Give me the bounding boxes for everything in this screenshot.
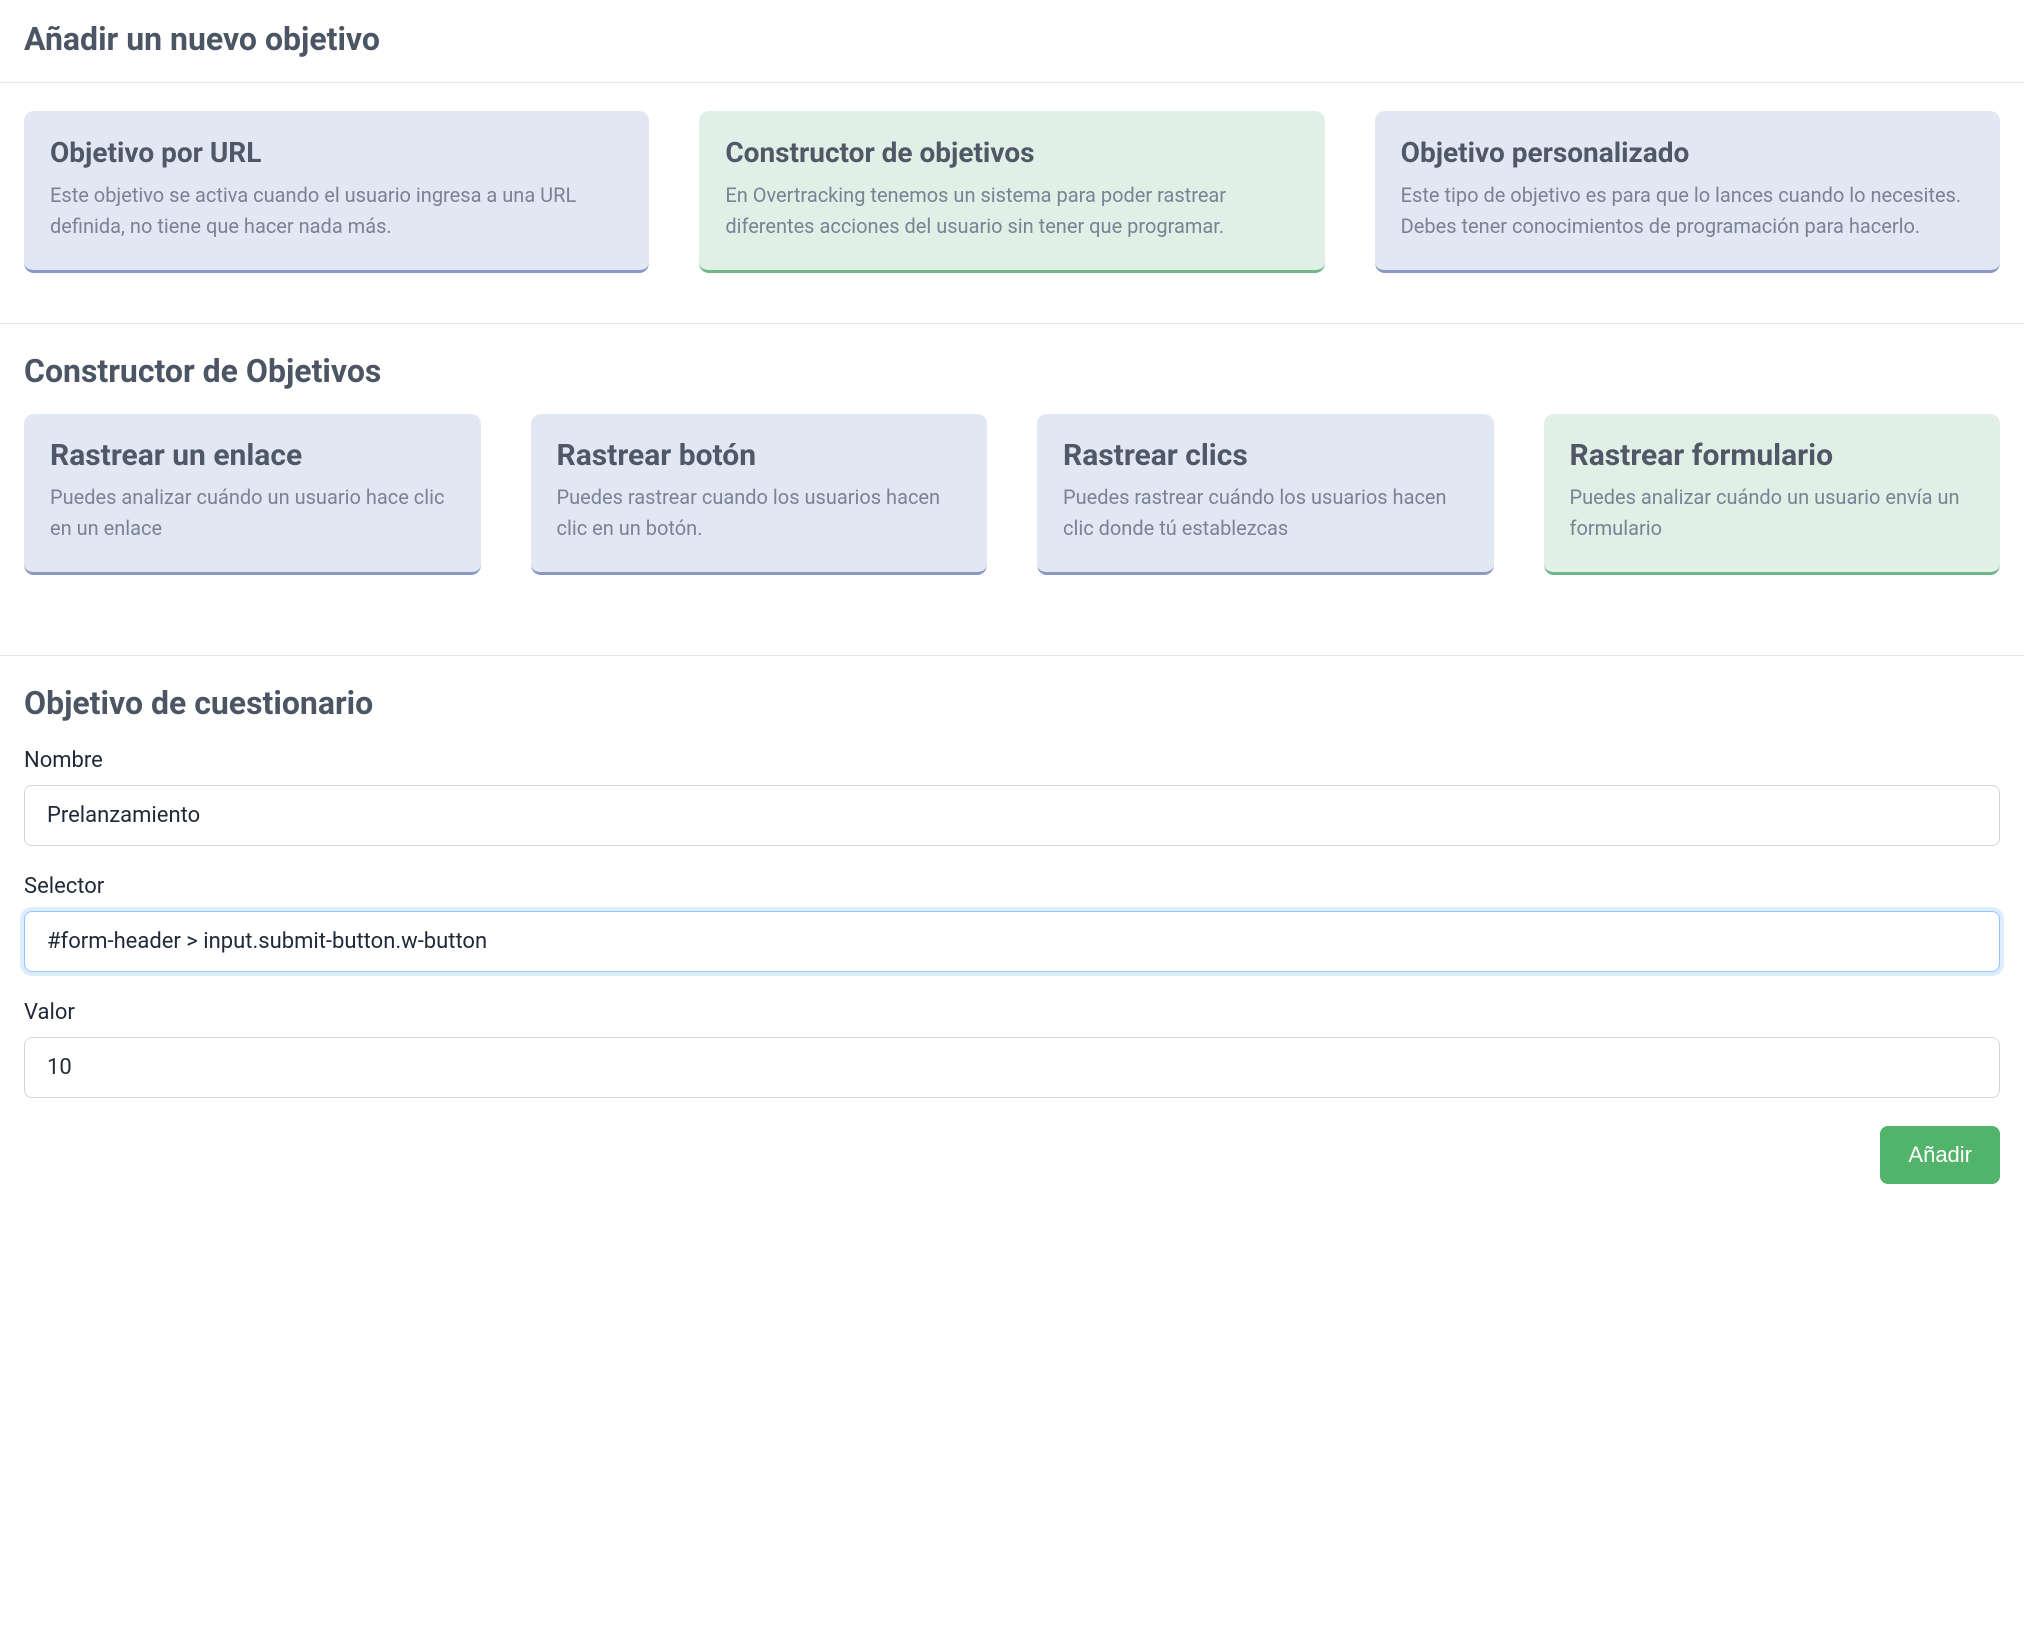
card-description: Puedes rastrear cuándo los usuarios hace… — [1063, 482, 1468, 544]
value-label: Valor — [24, 1000, 2000, 1025]
form-title: Objetivo de cuestionario — [20, 684, 2004, 722]
objective-type-cards: Objetivo por URL Este objetivo se activa… — [20, 111, 2004, 273]
card-description: Puedes analizar cuándo un usuario hace c… — [50, 482, 455, 544]
selector-label: Selector — [24, 874, 2000, 899]
card-title: Constructor de objetivos — [725, 135, 1298, 170]
divider — [0, 323, 2024, 324]
form-group-name: Nombre — [20, 748, 2004, 846]
card-title: Objetivo personalizado — [1401, 135, 1974, 170]
form-group-value: Valor — [20, 1000, 2004, 1098]
card-description: Puedes rastrear cuando los usuarios hace… — [557, 482, 962, 544]
value-input[interactable] — [24, 1037, 2000, 1098]
card-title: Rastrear formulario — [1570, 438, 1975, 474]
constructor-option-cards: Rastrear un enlace Puedes analizar cuánd… — [20, 414, 2004, 575]
card-track-link[interactable]: Rastrear un enlace Puedes analizar cuánd… — [24, 414, 481, 575]
constructor-title: Constructor de Objetivos — [20, 352, 2004, 390]
name-label: Nombre — [24, 748, 2000, 773]
divider — [0, 655, 2024, 656]
card-track-button[interactable]: Rastrear botón Puedes rastrear cuando lo… — [531, 414, 988, 575]
button-row: Añadir — [20, 1126, 2004, 1184]
card-title: Rastrear clics — [1063, 438, 1468, 474]
card-description: Este tipo de objetivo es para que lo lan… — [1401, 180, 1974, 242]
card-title: Objetivo por URL — [50, 135, 623, 170]
card-description: Puedes analizar cuándo un usuario envía … — [1570, 482, 1975, 544]
add-button[interactable]: Añadir — [1880, 1126, 2000, 1184]
card-description: En Overtracking tenemos un sistema para … — [725, 180, 1298, 242]
page-title: Añadir un nuevo objetivo — [20, 20, 2004, 58]
name-input[interactable] — [24, 785, 2000, 846]
card-objective-constructor[interactable]: Constructor de objetivos En Overtracking… — [699, 111, 1324, 273]
divider — [0, 82, 2024, 83]
card-track-form[interactable]: Rastrear formulario Puedes analizar cuán… — [1544, 414, 2001, 575]
card-description: Este objetivo se activa cuando el usuari… — [50, 180, 623, 242]
card-objective-url[interactable]: Objetivo por URL Este objetivo se activa… — [24, 111, 649, 273]
card-title: Rastrear un enlace — [50, 438, 455, 474]
card-track-clicks[interactable]: Rastrear clics Puedes rastrear cuándo lo… — [1037, 414, 1494, 575]
card-title: Rastrear botón — [557, 438, 962, 474]
selector-input[interactable] — [24, 911, 2000, 972]
card-objective-custom[interactable]: Objetivo personalizado Este tipo de obje… — [1375, 111, 2000, 273]
form-group-selector: Selector — [20, 874, 2004, 972]
